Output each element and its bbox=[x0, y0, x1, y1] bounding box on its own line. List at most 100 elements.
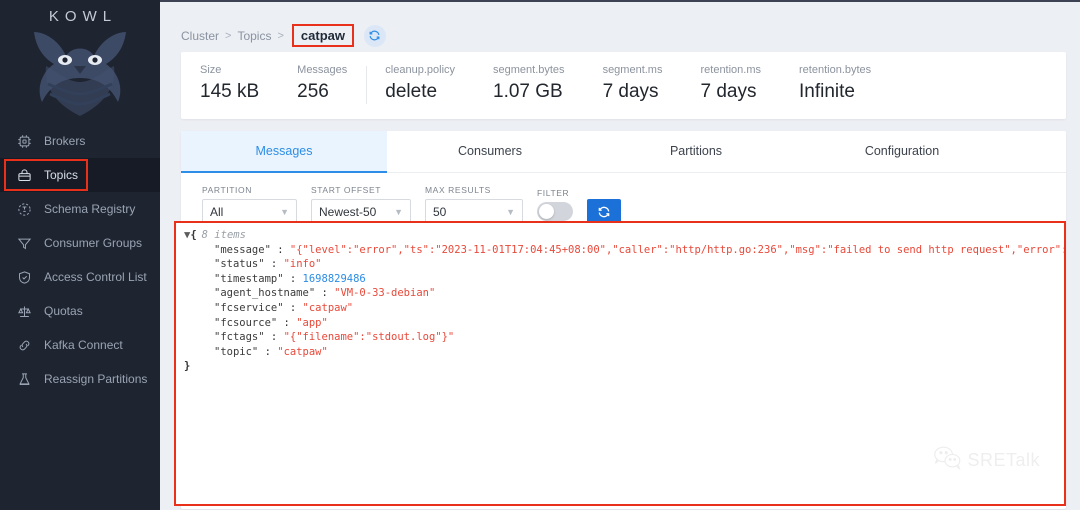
json-close-brace: } bbox=[184, 360, 190, 372]
json-close-line: } bbox=[184, 359, 1064, 374]
cpu-icon bbox=[14, 131, 34, 151]
stat-cleanup-policy: cleanup.policy delete bbox=[366, 63, 474, 107]
json-key: "timestamp" bbox=[214, 273, 284, 285]
partition-select-value: All bbox=[210, 205, 223, 219]
schema-circle-icon bbox=[14, 199, 34, 219]
stat-retention-bytes-value: Infinite bbox=[799, 77, 871, 107]
json-separator: : bbox=[277, 244, 283, 256]
filter-toggle-knob bbox=[539, 204, 554, 219]
json-key: "fcsource" bbox=[214, 317, 277, 329]
filter-toggle-group: FILTER bbox=[537, 188, 573, 224]
sidebar-label-quotas: Quotas bbox=[44, 304, 83, 318]
sidebar-item-topics[interactable]: Topics bbox=[0, 158, 160, 192]
sidebar-label-topics: Topics bbox=[44, 168, 78, 182]
json-key: "topic" bbox=[214, 346, 258, 358]
json-separator: : bbox=[271, 258, 277, 270]
json-entry-fcsource: "fcsource" : "app" bbox=[184, 316, 1064, 331]
json-separator: : bbox=[321, 287, 327, 299]
refresh-icon bbox=[597, 205, 611, 219]
stat-retention-ms-value: 7 days bbox=[700, 77, 761, 107]
json-key: "fctags" bbox=[214, 331, 265, 343]
reload-topic-button[interactable] bbox=[364, 25, 386, 47]
topic-stats: Size 145 kB Messages 256 cleanup.policy … bbox=[181, 52, 1066, 119]
stat-retention-bytes-label: retention.bytes bbox=[799, 63, 871, 77]
watermark-text: SRETalk bbox=[967, 450, 1040, 471]
sidebar-item-quotas[interactable]: Quotas bbox=[0, 294, 160, 328]
json-separator: : bbox=[265, 346, 271, 358]
kowl-app: KOWL bbox=[0, 0, 1080, 510]
max-results-filter-label: MAX RESULTS bbox=[425, 185, 523, 195]
scales-icon bbox=[14, 301, 34, 321]
topic-box-icon bbox=[14, 165, 34, 185]
stat-segment-ms: segment.ms 7 days bbox=[584, 63, 682, 107]
breadcrumb-separator-1: > bbox=[225, 30, 231, 42]
tab-configuration[interactable]: Configuration bbox=[799, 131, 1005, 172]
brand-logo[interactable]: KOWL bbox=[0, 0, 160, 118]
tab-messages[interactable]: Messages bbox=[181, 131, 387, 172]
stat-messages: Messages 256 bbox=[278, 63, 366, 107]
breadcrumb: Cluster > Topics > catpaw bbox=[160, 2, 1080, 52]
stat-segment-ms-value: 7 days bbox=[603, 77, 663, 107]
stat-cleanup-policy-value: delete bbox=[385, 77, 455, 107]
sidebar-label-reassign-partitions: Reassign Partitions bbox=[44, 372, 147, 386]
json-viewer[interactable]: ▼{8 items "message" : "{"level":"error",… bbox=[174, 221, 1066, 506]
sidebar-item-schema-registry[interactable]: Schema Registry bbox=[0, 192, 160, 226]
link-icon bbox=[14, 335, 34, 355]
json-entry-topic: "topic" : "catpaw" bbox=[184, 345, 1064, 360]
json-value: "{"level":"error","ts":"2023-11-01T17:04… bbox=[290, 244, 1066, 256]
stat-retention-bytes: retention.bytes Infinite bbox=[780, 63, 890, 107]
breadcrumb-topics[interactable]: Topics bbox=[237, 29, 271, 43]
json-entry-message: "message" : "{"level":"error","ts":"2023… bbox=[184, 243, 1064, 258]
topic-stats-card: Size 145 kB Messages 256 cleanup.policy … bbox=[181, 52, 1066, 119]
owl-logo-icon bbox=[24, 26, 136, 123]
json-value: 1698829486 bbox=[303, 273, 366, 285]
json-separator: : bbox=[271, 331, 277, 343]
chevron-down-icon: ▼ bbox=[394, 207, 403, 217]
json-open-brace: { bbox=[190, 229, 196, 241]
start-offset-filter: START OFFSET Newest-50 ▼ bbox=[311, 185, 411, 224]
refresh-icon bbox=[368, 29, 381, 42]
stat-size-label: Size bbox=[200, 63, 259, 77]
breadcrumb-separator-2: > bbox=[277, 30, 283, 42]
stat-segment-bytes: segment.bytes 1.07 GB bbox=[474, 63, 584, 107]
json-separator: : bbox=[284, 317, 290, 329]
chevron-down-icon: ▼ bbox=[506, 207, 515, 217]
breadcrumb-cluster[interactable]: Cluster bbox=[181, 29, 219, 43]
json-value: "catpaw" bbox=[303, 302, 354, 314]
json-root-line[interactable]: ▼{8 items bbox=[184, 228, 1064, 243]
tab-partitions[interactable]: Partitions bbox=[593, 131, 799, 172]
start-offset-filter-label: START OFFSET bbox=[311, 185, 411, 195]
json-value: "info" bbox=[284, 258, 322, 270]
watermark: SRETalk bbox=[933, 445, 1040, 476]
json-separator: : bbox=[290, 302, 296, 314]
sidebar-item-brokers[interactable]: Brokers bbox=[0, 124, 160, 158]
sidebar-item-kafka-connect[interactable]: Kafka Connect bbox=[0, 328, 160, 362]
json-entry-fctags: "fctags" : "{"filename":"stdout.log"}" bbox=[184, 330, 1064, 345]
filter-toggle-label: FILTER bbox=[537, 188, 573, 198]
json-key: "fcservice" bbox=[214, 302, 284, 314]
json-key: "agent_hostname" bbox=[214, 287, 315, 299]
stat-size-value: 145 kB bbox=[200, 77, 259, 107]
sidebar-label-brokers: Brokers bbox=[44, 134, 85, 148]
shield-check-icon bbox=[14, 267, 34, 287]
json-key: "status" bbox=[214, 258, 265, 270]
stat-segment-ms-label: segment.ms bbox=[603, 63, 663, 77]
json-entry-timestamp: "timestamp" : 1698829486 bbox=[184, 272, 1064, 287]
funnel-icon bbox=[14, 233, 34, 253]
json-value: "{"filename":"stdout.log"}" bbox=[284, 331, 455, 343]
stat-retention-ms-label: retention.ms bbox=[700, 63, 761, 77]
json-value: "catpaw" bbox=[277, 346, 328, 358]
stat-messages-label: Messages bbox=[297, 63, 347, 77]
sidebar-label-consumer-groups: Consumer Groups bbox=[44, 236, 142, 250]
main-content: Cluster > Topics > catpaw Size 145 kB bbox=[160, 0, 1080, 510]
sidebar: KOWL bbox=[0, 0, 160, 510]
sidebar-nav: Brokers Topics bbox=[0, 124, 160, 396]
sidebar-item-reassign-partitions[interactable]: Reassign Partitions bbox=[0, 362, 160, 396]
stat-segment-bytes-label: segment.bytes bbox=[493, 63, 565, 77]
sidebar-item-access-control-list[interactable]: Access Control List bbox=[0, 260, 160, 294]
start-offset-select-value: Newest-50 bbox=[319, 205, 376, 219]
filter-toggle[interactable] bbox=[537, 202, 573, 221]
tab-consumers[interactable]: Consumers bbox=[387, 131, 593, 172]
stat-size: Size 145 kB bbox=[181, 63, 278, 107]
sidebar-item-consumer-groups[interactable]: Consumer Groups bbox=[0, 226, 160, 260]
